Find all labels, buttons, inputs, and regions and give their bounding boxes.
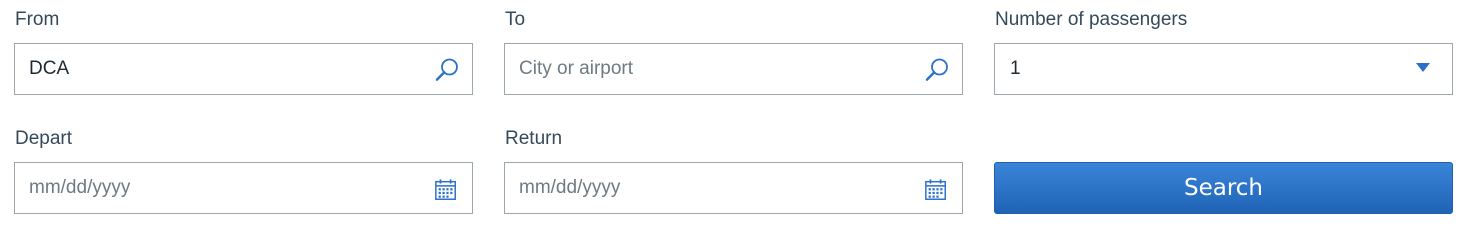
passengers-select[interactable]: 1: [994, 43, 1453, 95]
calendar-icon[interactable]: [434, 177, 458, 203]
depart-label: Depart: [15, 128, 73, 149]
from-label: From: [15, 9, 60, 30]
passengers-selected-value: 1: [1010, 58, 1021, 79]
depart-field[interactable]: [14, 162, 473, 214]
to-input[interactable]: [505, 44, 962, 94]
passengers-label: Number of passengers: [995, 9, 1188, 30]
to-label: To: [505, 9, 526, 30]
search-icon[interactable]: [434, 57, 460, 83]
depart-date-input[interactable]: [15, 163, 472, 213]
to-field[interactable]: [504, 43, 963, 95]
search-button[interactable]: Search: [994, 162, 1453, 214]
return-field[interactable]: [504, 162, 963, 214]
return-date-input[interactable]: [505, 163, 962, 213]
calendar-icon[interactable]: [924, 177, 948, 203]
chevron-down-icon[interactable]: [1416, 63, 1430, 72]
search-icon[interactable]: [924, 57, 950, 83]
from-field[interactable]: [14, 43, 473, 95]
from-input[interactable]: [15, 44, 472, 94]
return-label: Return: [505, 128, 563, 149]
